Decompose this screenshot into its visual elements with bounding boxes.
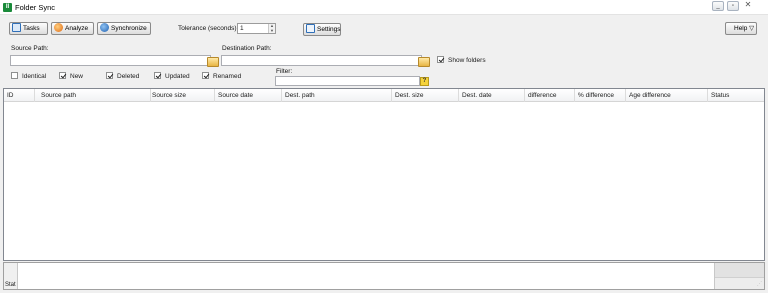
deleted-checkbox[interactable]: Deleted xyxy=(106,72,139,81)
grid-header: ID Source path Source size Source date D… xyxy=(4,89,764,102)
new-label: New xyxy=(70,73,84,80)
column-header-dest-size[interactable]: Dest. size xyxy=(392,89,459,102)
source-browse-folder-icon[interactable] xyxy=(207,57,219,67)
updated-check-icon[interactable] xyxy=(154,72,161,79)
column-header-source-date[interactable]: Source date xyxy=(215,89,282,102)
title-bar: II Folder Sync _ ▫ ✕ xyxy=(0,0,768,15)
new-check-icon[interactable] xyxy=(59,72,66,79)
destination-path-input[interactable] xyxy=(221,55,422,66)
updated-checkbox[interactable]: Updated xyxy=(154,72,190,81)
resize-grip-icon[interactable]: ⋰ xyxy=(757,281,762,287)
identical-checkbox[interactable]: Identical xyxy=(11,72,46,81)
show-folders-check-icon[interactable] xyxy=(437,56,444,63)
destination-path-label: Destination Path: xyxy=(222,45,272,52)
show-folders-checkbox[interactable]: Show folders xyxy=(437,56,486,65)
source-path-label: Source Path: xyxy=(11,45,49,52)
settings-button-label: Settings xyxy=(317,26,341,33)
deleted-label: Deleted xyxy=(117,73,140,80)
spinner-arrows-icon[interactable]: ▲ ▼ xyxy=(268,23,275,33)
filter-label: Filter: xyxy=(276,68,293,75)
status-panel-strip xyxy=(715,263,764,278)
tasks-button[interactable]: Tasks xyxy=(9,22,48,35)
app-icon: II xyxy=(3,3,12,12)
updated-label: Updated xyxy=(165,73,190,80)
settings-icon xyxy=(306,24,315,33)
column-header-difference[interactable]: difference xyxy=(525,89,575,102)
column-header-id[interactable]: ID xyxy=(4,89,35,102)
source-path-input[interactable] xyxy=(10,55,211,66)
column-header-age-difference[interactable]: Age difference xyxy=(626,89,708,102)
synchronize-button-label: Synchronize xyxy=(111,25,147,32)
tolerance-value: 1 xyxy=(240,25,244,32)
filter-input[interactable] xyxy=(275,76,420,86)
tasks-button-label: Tasks xyxy=(23,25,40,32)
renamed-checkbox[interactable]: Renamed xyxy=(202,72,241,81)
column-header-source-size[interactable]: Source size xyxy=(149,89,215,102)
renamed-check-icon[interactable] xyxy=(202,72,209,79)
help-button[interactable]: Help ▽ xyxy=(725,22,757,35)
show-folders-label: Show folders xyxy=(448,57,486,64)
destination-browse-folder-icon[interactable] xyxy=(418,57,430,67)
status-label: Stat xyxy=(4,263,18,289)
tolerance-spinner[interactable]: 1 ▲ ▼ xyxy=(237,23,276,34)
column-header-dest-date[interactable]: Dest. date xyxy=(459,89,525,102)
renamed-label: Renamed xyxy=(213,73,242,80)
analyze-button[interactable]: Analyze xyxy=(51,22,94,35)
column-header-dest-path[interactable]: Dest. path xyxy=(282,89,392,102)
restore-button[interactable]: ▫ xyxy=(727,1,739,11)
column-header-percent-difference[interactable]: % difference xyxy=(575,89,626,102)
column-header-status[interactable]: Status xyxy=(708,89,764,102)
settings-button[interactable]: Settings xyxy=(303,23,341,36)
new-checkbox[interactable]: New xyxy=(59,72,83,81)
deleted-check-icon[interactable] xyxy=(106,72,113,79)
tolerance-label: Tolerance (seconds) xyxy=(178,25,237,32)
column-header-source-path[interactable]: Source path xyxy=(38,89,151,102)
close-button[interactable]: ✕ xyxy=(742,1,754,11)
results-grid[interactable]: ID Source path Source size Source date D… xyxy=(3,88,765,261)
filter-help-icon[interactable]: ? xyxy=(420,77,429,86)
minimize-button[interactable]: _ xyxy=(712,1,724,11)
analyze-icon xyxy=(54,23,63,32)
status-panel: ⋰ xyxy=(714,263,764,289)
synchronize-icon xyxy=(100,23,109,32)
window-title: Folder Sync xyxy=(15,3,56,12)
synchronize-button[interactable]: Synchronize xyxy=(97,22,151,35)
analyze-button-label: Analyze xyxy=(65,25,89,32)
help-button-label: Help ▽ xyxy=(734,25,755,32)
status-bar: Stat ⋰ xyxy=(3,262,765,290)
identical-label: Identical xyxy=(22,73,47,80)
identical-check-icon[interactable] xyxy=(11,72,18,79)
tasks-icon xyxy=(12,23,21,32)
